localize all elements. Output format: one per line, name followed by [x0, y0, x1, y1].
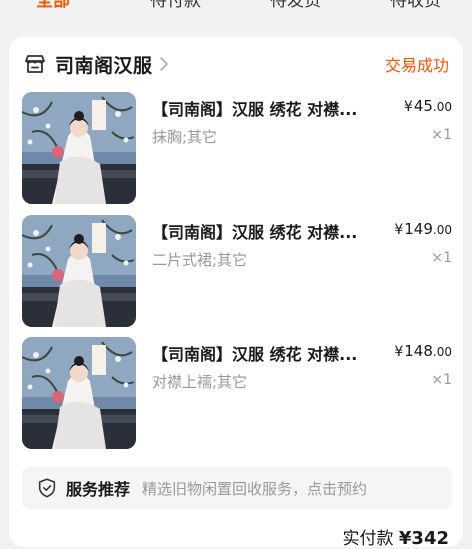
- product-price: ¥45.00: [403, 97, 452, 115]
- paid-amount: 342: [411, 528, 449, 549]
- product-price: ¥149.00: [394, 220, 452, 238]
- tab-pending-payment[interactable]: 待付款: [150, 0, 201, 11]
- tab-all[interactable]: 全部: [36, 0, 70, 11]
- product-thumbnail[interactable]: [22, 92, 136, 204]
- store-icon: [25, 55, 45, 73]
- order-status: 交易成功: [384, 56, 449, 75]
- paid-amount-row: 实付款 ¥342: [342, 524, 449, 549]
- tab-pending-shipment[interactable]: 待发货: [270, 0, 321, 11]
- shop-name-link[interactable]: 司南阁汉服: [55, 51, 153, 78]
- tab-pending-receipt[interactable]: 待收货: [390, 0, 441, 11]
- product-title[interactable]: 【司南阁】汉服 绣花 对襟...: [152, 341, 382, 365]
- service-description[interactable]: 精选旧物闲置回收服务，点击预约: [142, 478, 367, 499]
- service-label: 服务推荐: [66, 480, 131, 499]
- order-item[interactable]: 【司南阁】汉服 绣花 对襟... 二片式裙;其它 ¥149.00 ×1: [22, 215, 452, 327]
- product-thumbnail[interactable]: [22, 215, 136, 327]
- service-recommendation-bar[interactable]: 服务推荐 精选旧物闲置回收服务，点击预约: [22, 467, 452, 509]
- chevron-right-icon[interactable]: [159, 56, 169, 72]
- order-card[interactable]: 司南阁汉服 交易成功 【司南阁】汉服 绣花 对襟... 抹胸;其它 ¥45.00…: [9, 37, 463, 549]
- paid-currency: ¥: [398, 528, 412, 549]
- shop-header: 司南阁汉服 交易成功: [23, 51, 449, 77]
- product-spec: 二片式裙;其它: [152, 251, 248, 269]
- paid-label: 实付款: [342, 529, 394, 549]
- order-tabs: 全部 待付款 待发货 待收货: [0, 0, 472, 30]
- shield-check-icon: [38, 478, 56, 498]
- product-quantity: ×1: [431, 250, 452, 266]
- product-spec: 对襟上襦;其它: [152, 373, 248, 391]
- product-title[interactable]: 【司南阁】汉服 绣花 对襟...: [152, 96, 382, 120]
- order-item[interactable]: 【司南阁】汉服 绣花 对襟... 对襟上襦;其它 ¥148.00 ×1: [22, 337, 452, 449]
- product-quantity: ×1: [431, 127, 452, 143]
- product-price: ¥148.00: [394, 342, 452, 360]
- product-thumbnail[interactable]: [22, 337, 136, 449]
- order-item[interactable]: 【司南阁】汉服 绣花 对襟... 抹胸;其它 ¥45.00 ×1: [22, 92, 452, 204]
- product-title[interactable]: 【司南阁】汉服 绣花 对襟...: [152, 219, 382, 243]
- product-spec: 抹胸;其它: [152, 128, 218, 146]
- product-quantity: ×1: [431, 372, 452, 388]
